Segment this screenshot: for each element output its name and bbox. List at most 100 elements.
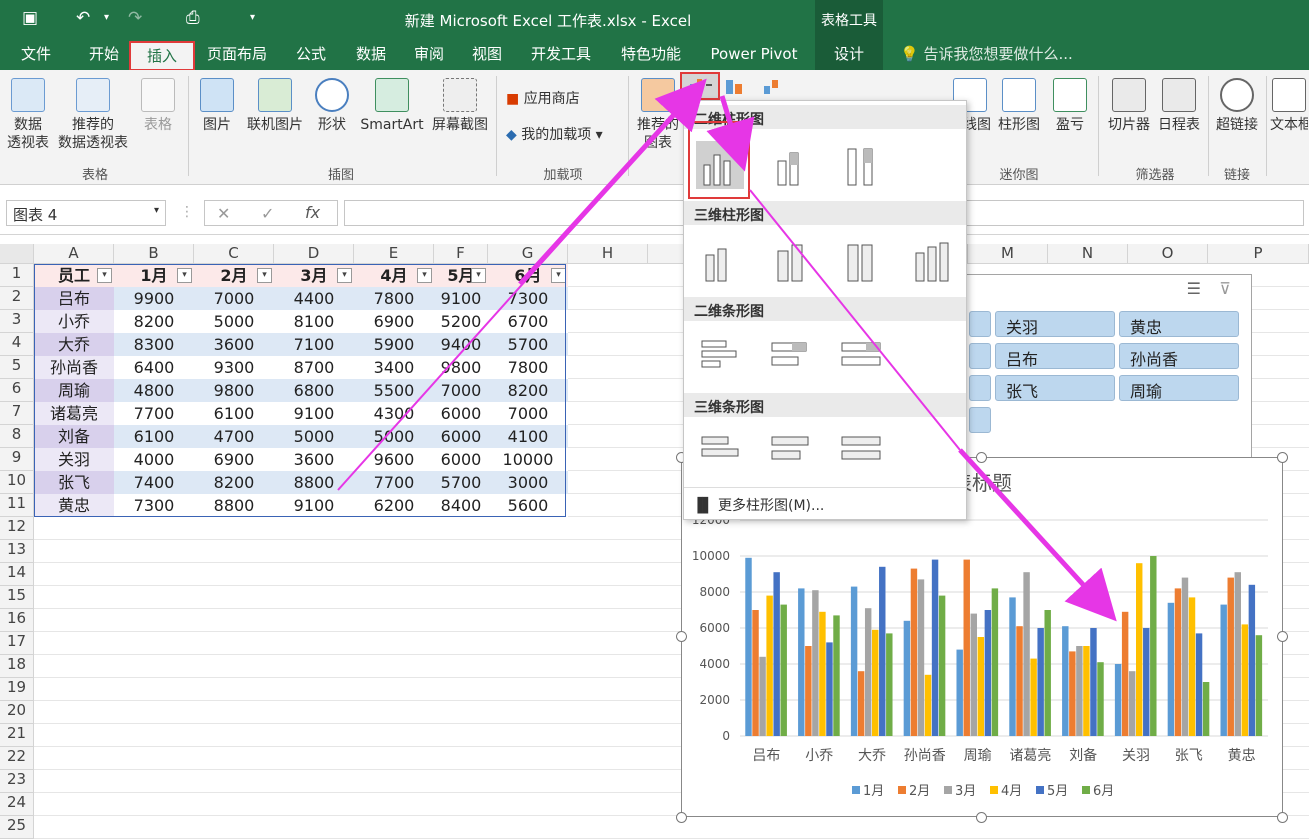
row-header[interactable]: 10 [0, 471, 34, 494]
slicer-item[interactable]: 吕布 [995, 343, 1115, 369]
value-cell[interactable]: 7000 [194, 287, 274, 310]
slicer-item[interactable] [969, 407, 991, 433]
row-header[interactable]: 15 [0, 586, 34, 609]
value-cell[interactable]: 4700 [194, 425, 274, 448]
column-header[interactable]: F [434, 244, 488, 264]
column-header[interactable]: D [274, 244, 354, 264]
employee-cell[interactable]: 刘备 [34, 425, 114, 448]
recommended-pivot-button[interactable]: 推荐的 数据透视表 [56, 78, 130, 152]
row-header[interactable]: 1 [0, 264, 34, 287]
employee-cell[interactable]: 吕布 [34, 287, 114, 310]
row-header[interactable]: 16 [0, 609, 34, 632]
value-cell[interactable]: 3400 [354, 356, 434, 379]
value-cell[interactable]: 7800 [354, 287, 434, 310]
cancel-icon[interactable]: ✕ [217, 204, 230, 223]
hyperlink-button[interactable]: 超链接 [1212, 78, 1262, 134]
value-cell[interactable]: 8100 [274, 310, 354, 333]
timeline-button[interactable]: 日程表 [1154, 78, 1204, 134]
value-cell[interactable]: 6900 [354, 310, 434, 333]
value-cell[interactable]: 7800 [488, 356, 568, 379]
row-header[interactable]: 5 [0, 356, 34, 379]
row-header[interactable]: 11 [0, 494, 34, 517]
tab-view[interactable]: 视图 [460, 38, 514, 70]
recommended-charts-button[interactable]: 推荐的 图表 [636, 78, 680, 152]
tab-insert[interactable]: 插入 [129, 41, 195, 71]
value-cell[interactable]: 8200 [488, 379, 568, 402]
shapes-button[interactable]: 形状 [312, 78, 352, 134]
value-cell[interactable]: 6100 [114, 425, 194, 448]
value-cell[interactable]: 3600 [274, 448, 354, 471]
resize-handle[interactable] [676, 631, 687, 642]
slicer-item[interactable] [969, 375, 991, 401]
value-cell[interactable]: 7300 [114, 494, 194, 517]
value-cell[interactable]: 5200 [434, 310, 488, 333]
select-all-corner[interactable] [0, 244, 34, 264]
row-header[interactable]: 19 [0, 678, 34, 701]
row-header[interactable]: 20 [0, 701, 34, 724]
table-header-cell[interactable]: 2月 ▾ [194, 264, 274, 287]
value-cell[interactable]: 5600 [488, 494, 568, 517]
column-chart-button[interactable] [680, 72, 720, 100]
value-cell[interactable]: 8200 [114, 310, 194, 333]
value-cell[interactable]: 4800 [114, 379, 194, 402]
clustered-column-icon[interactable] [696, 141, 744, 189]
more-column-charts-link[interactable]: ▐▌ 更多柱形图(M)... [692, 495, 824, 515]
value-cell[interactable]: 9800 [434, 356, 488, 379]
value-cell[interactable]: 9800 [194, 379, 274, 402]
picture-button[interactable]: 图片 [196, 78, 238, 134]
value-cell[interactable]: 6000 [434, 425, 488, 448]
value-cell[interactable]: 6900 [194, 448, 274, 471]
slicer-panel[interactable]: ☰ ⊽ 关羽 黄忠 吕布 孙尚香 张飞 周瑜 [960, 274, 1252, 458]
value-cell[interactable]: 7100 [274, 333, 354, 356]
store-button[interactable]: ■ 应用商店 [506, 90, 606, 108]
table-header-cell[interactable]: 6月 ▾ [488, 264, 568, 287]
table-header-cell[interactable]: 员工 ▾ [34, 264, 114, 287]
value-cell[interactable]: 6200 [354, 494, 434, 517]
sparkline-winloss-button[interactable]: 盈亏 [1050, 78, 1090, 134]
filter-dropdown-icon[interactable]: ▾ [551, 268, 566, 283]
my-addins-button[interactable]: ◆ 我的加载项 ▾ [506, 126, 626, 144]
value-cell[interactable]: 8800 [274, 471, 354, 494]
stacked-column-icon[interactable] [768, 141, 816, 189]
row-header[interactable]: 25 [0, 816, 34, 839]
slicer-item[interactable]: 周瑜 [1119, 375, 1239, 401]
slicer-item[interactable]: 黄忠 [1119, 311, 1239, 337]
tab-special-features[interactable]: 特色功能 [612, 38, 690, 70]
filter-dropdown-icon[interactable]: ▾ [337, 268, 352, 283]
value-cell[interactable]: 9400 [434, 333, 488, 356]
slicer-item[interactable]: 张飞 [995, 375, 1115, 401]
value-cell[interactable]: 4400 [274, 287, 354, 310]
resize-handle[interactable] [1277, 631, 1288, 642]
online-picture-button[interactable]: 联机图片 [242, 78, 308, 134]
value-cell[interactable]: 6700 [488, 310, 568, 333]
slicer-item[interactable] [969, 343, 991, 369]
value-cell[interactable]: 8700 [274, 356, 354, 379]
resize-handle[interactable] [976, 812, 987, 823]
percent-stacked-bar-icon[interactable] [838, 333, 886, 381]
employee-cell[interactable]: 周瑜 [34, 379, 114, 402]
screenshot-button[interactable]: 屏幕截图 [428, 78, 492, 134]
column-header[interactable]: B [114, 244, 194, 264]
tell-me-search[interactable]: 💡 告诉我您想要做什么... [900, 38, 1200, 70]
employee-cell[interactable]: 诸葛亮 [34, 402, 114, 425]
value-cell[interactable]: 9300 [194, 356, 274, 379]
resize-handle[interactable] [676, 812, 687, 823]
tab-file[interactable]: 文件 [8, 38, 64, 70]
value-cell[interactable]: 4100 [488, 425, 568, 448]
column-header[interactable]: O [1128, 244, 1208, 264]
confirm-icon[interactable]: ✓ [261, 204, 274, 223]
row-header[interactable]: 6 [0, 379, 34, 402]
resize-handle[interactable] [1277, 452, 1288, 463]
column-header[interactable]: N [1048, 244, 1128, 264]
3d-stacked-column-icon[interactable] [768, 237, 816, 285]
sparkline-column-button[interactable]: 柱形图 [994, 78, 1044, 134]
employee-cell[interactable]: 孙尚香 [34, 356, 114, 379]
column-chart-gallery[interactable]: 二维柱形图 三维柱形图 二维条形图 三维条形图 ▐▌ 更多柱形图(M)... [683, 100, 967, 520]
waterfall-chart-button[interactable] [762, 76, 796, 98]
value-cell[interactable]: 4000 [114, 448, 194, 471]
row-header[interactable]: 22 [0, 747, 34, 770]
value-cell[interactable]: 9900 [114, 287, 194, 310]
stacked-bar-icon[interactable] [768, 333, 816, 381]
hierarchy-chart-button[interactable] [724, 76, 758, 98]
value-cell[interactable]: 6100 [194, 402, 274, 425]
